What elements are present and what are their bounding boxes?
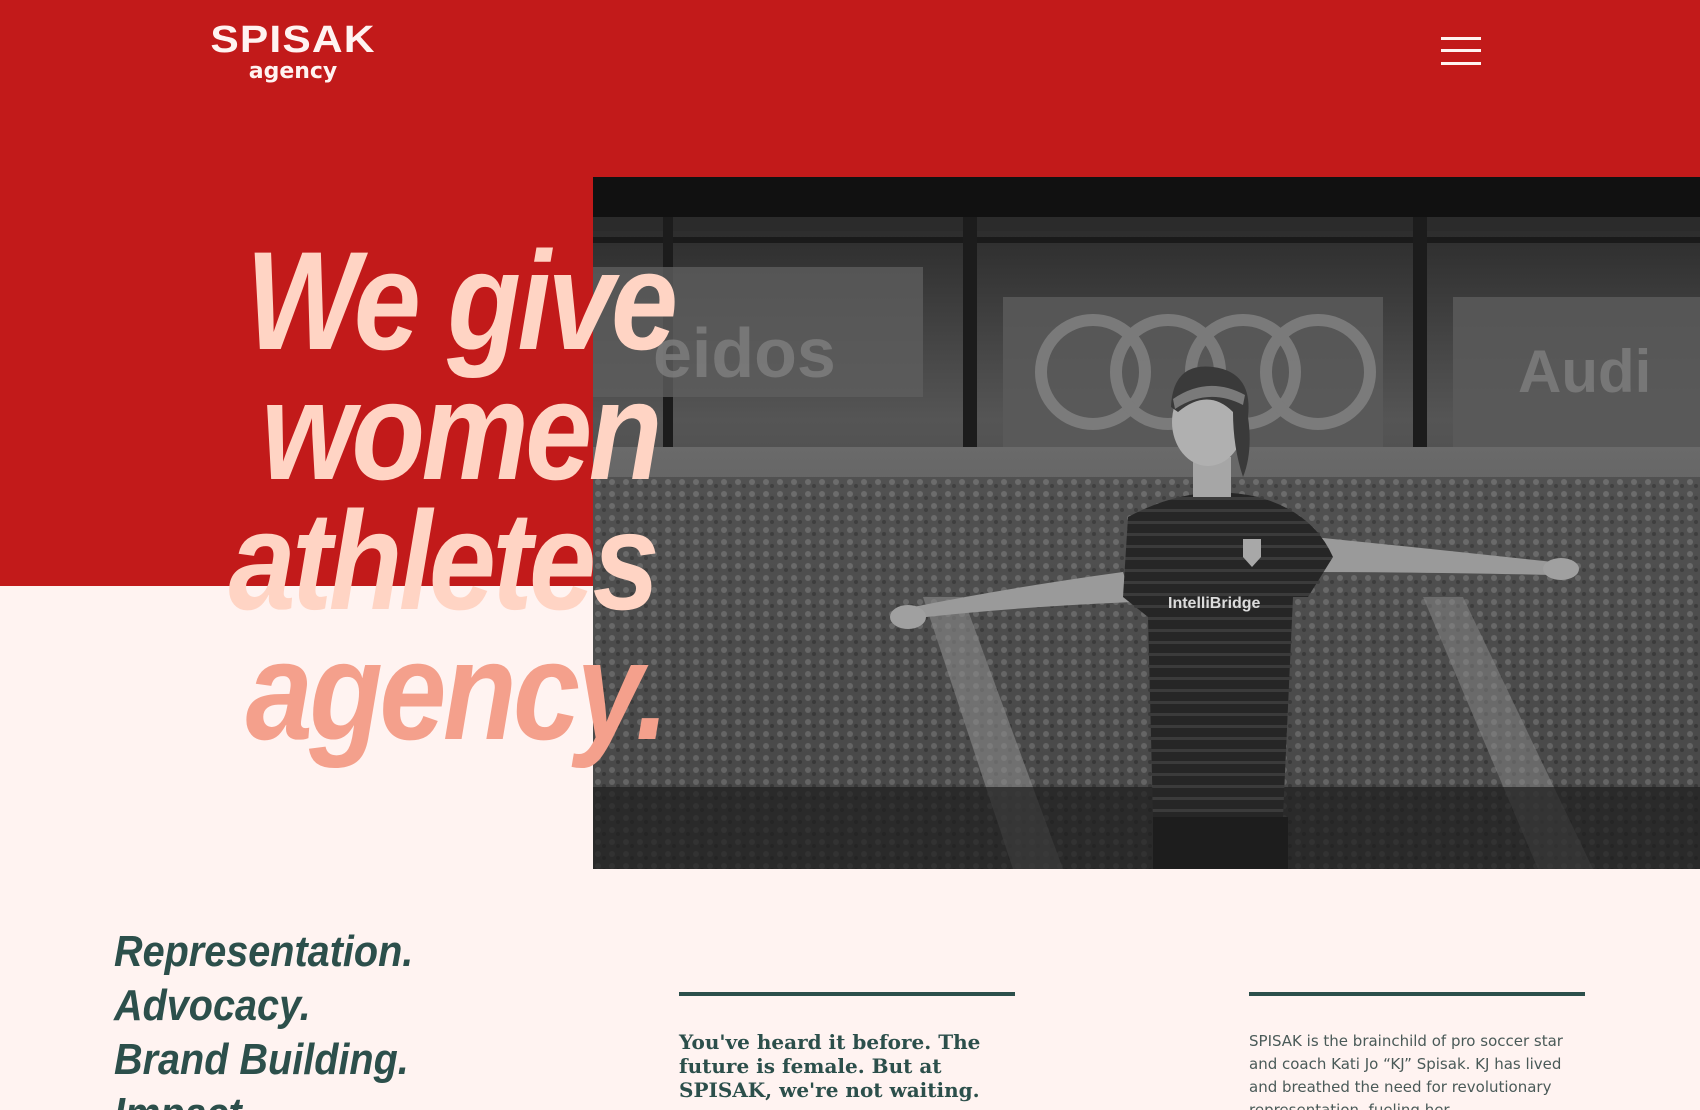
- page: SPISAK agency eidos Audi IntelliBridge W…: [0, 0, 1700, 1110]
- intro-tagline: You've heard it before. The future is fe…: [679, 1030, 981, 1102]
- menu-bar-top: [1441, 37, 1481, 40]
- svg-text:IntelliBridge: IntelliBridge: [1168, 595, 1261, 612]
- intro-bio: SPISAK is the brainchild of pro soccer s…: [1249, 1032, 1563, 1110]
- menu-bar-middle: [1441, 49, 1481, 52]
- logo-wordmark: SPISAK: [210, 19, 376, 61]
- service-representation: Representation.: [114, 927, 414, 976]
- headline-line-4: agency.: [245, 612, 669, 769]
- headline-line-1: We give: [245, 222, 678, 379]
- hero-headline: We give women athletes agency.: [220, 222, 780, 769]
- column-divider: [679, 992, 1015, 996]
- service-advocacy: Advocacy.: [114, 981, 311, 1030]
- svg-text:Audi: Audi: [1518, 338, 1651, 405]
- services-list: Representation. Advocacy. Brand Building…: [114, 925, 534, 1110]
- headline-line-3: athletes: [228, 482, 660, 639]
- intro-column-right: SPISAK is the brainchild of pro soccer s…: [1249, 992, 1585, 1110]
- headline-line-2: women: [261, 352, 662, 509]
- logo-subtitle: agency: [248, 59, 338, 84]
- hamburger-menu-icon[interactable]: [1441, 34, 1481, 68]
- intro-column-middle: You've heard it before. The future is fe…: [679, 992, 1015, 1102]
- service-brand-building: Brand Building.: [114, 1035, 409, 1084]
- brand-logo[interactable]: SPISAK agency: [184, 21, 402, 86]
- service-impact: Impact.: [114, 1087, 492, 1110]
- column-divider: [1249, 992, 1585, 996]
- menu-bar-bottom: [1441, 62, 1481, 65]
